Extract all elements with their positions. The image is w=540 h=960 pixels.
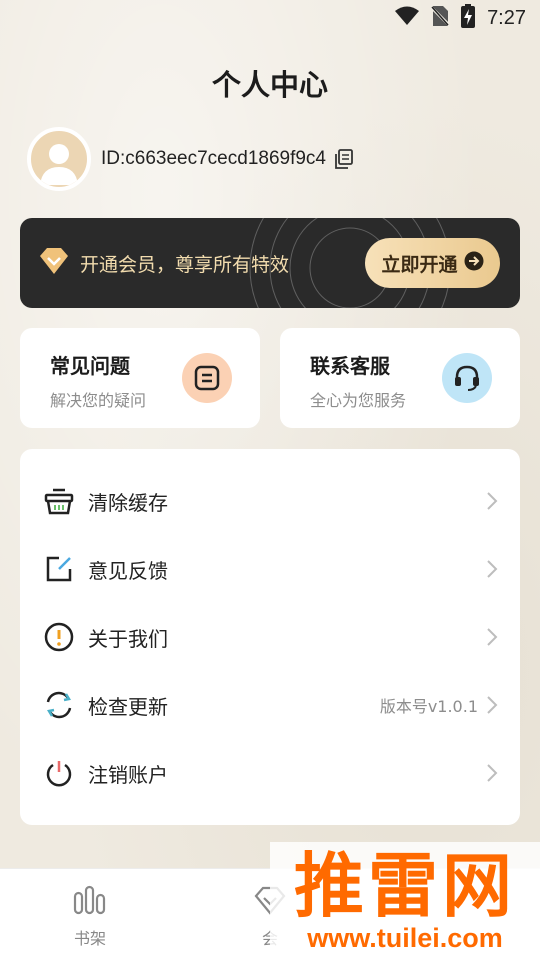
power-icon bbox=[44, 758, 74, 788]
menu-item-about[interactable]: 关于我们 bbox=[20, 603, 520, 671]
copy-icon[interactable] bbox=[334, 149, 354, 169]
refresh-icon bbox=[44, 690, 74, 720]
menu-item-feedback[interactable]: 意见反馈 bbox=[20, 535, 520, 603]
version-number: 版本号v1.0.1 bbox=[379, 697, 478, 716]
faq-card[interactable]: 常见问题 解决您的疑问 bbox=[20, 328, 260, 428]
wifi-icon bbox=[395, 6, 420, 30]
watermark-url: www.tuilei.com bbox=[307, 922, 503, 953]
headset-icon bbox=[442, 353, 492, 403]
user-id: ID:c663eec7cecd1869f9c4 bbox=[101, 148, 326, 169]
vip-open-button-label: 立即开通 bbox=[381, 253, 458, 276]
arrow-right-circle-icon bbox=[464, 251, 484, 276]
status-bar: 7:27 bbox=[0, 0, 540, 36]
menu-item-label: 意见反馈 bbox=[88, 558, 168, 583]
watermark-logo: 推雷网 bbox=[294, 844, 516, 927]
menu-item-label: 注销账户 bbox=[88, 762, 168, 787]
menu-item-check-update[interactable]: 检查更新 版本号v1.0.1 bbox=[20, 671, 520, 739]
vip-open-button[interactable]: 立即开通 bbox=[365, 238, 500, 288]
menu-item-label: 清除缓存 bbox=[88, 490, 168, 515]
page-title: 个人中心 bbox=[211, 68, 328, 102]
user-icon bbox=[40, 144, 78, 185]
settings-menu: 清除缓存 意见反馈 关于我们 检查更新 版本号v1.0.1 注销账户 bbox=[20, 449, 520, 825]
info-icon bbox=[44, 622, 74, 652]
watermark: 推雷网 www.tuilei.com bbox=[270, 842, 540, 960]
basket-icon bbox=[44, 486, 74, 516]
customer-service-card[interactable]: 联系客服 全心为您服务 bbox=[280, 328, 520, 428]
chevron-right-icon bbox=[486, 627, 498, 647]
tab-bookshelf[interactable]: 书架 bbox=[0, 869, 180, 960]
status-time: 7:27 bbox=[487, 6, 526, 29]
profile-row: ID:c663eec7cecd1869f9c4 bbox=[27, 127, 354, 191]
edit-icon bbox=[44, 554, 74, 584]
chevron-right-icon bbox=[486, 491, 498, 511]
bookshelf-icon bbox=[73, 885, 107, 919]
vip-diamond-icon bbox=[38, 246, 70, 280]
avatar[interactable] bbox=[27, 127, 91, 191]
chevron-right-icon bbox=[486, 763, 498, 783]
chevron-right-icon bbox=[486, 695, 498, 715]
chevron-right-icon bbox=[486, 559, 498, 579]
menu-item-label: 关于我们 bbox=[88, 626, 168, 651]
no-sim-icon bbox=[430, 5, 451, 31]
menu-item-delete-account[interactable]: 注销账户 bbox=[20, 739, 520, 807]
tab-label: 书架 bbox=[73, 929, 106, 948]
menu-item-label: 检查更新 bbox=[88, 694, 168, 719]
vip-banner[interactable]: 开通会员，尊享所有特效 立即开通 bbox=[20, 218, 520, 308]
battery-charging-icon bbox=[461, 4, 476, 32]
menu-item-clear-cache[interactable]: 清除缓存 bbox=[20, 467, 520, 535]
faq-icon bbox=[182, 353, 232, 403]
